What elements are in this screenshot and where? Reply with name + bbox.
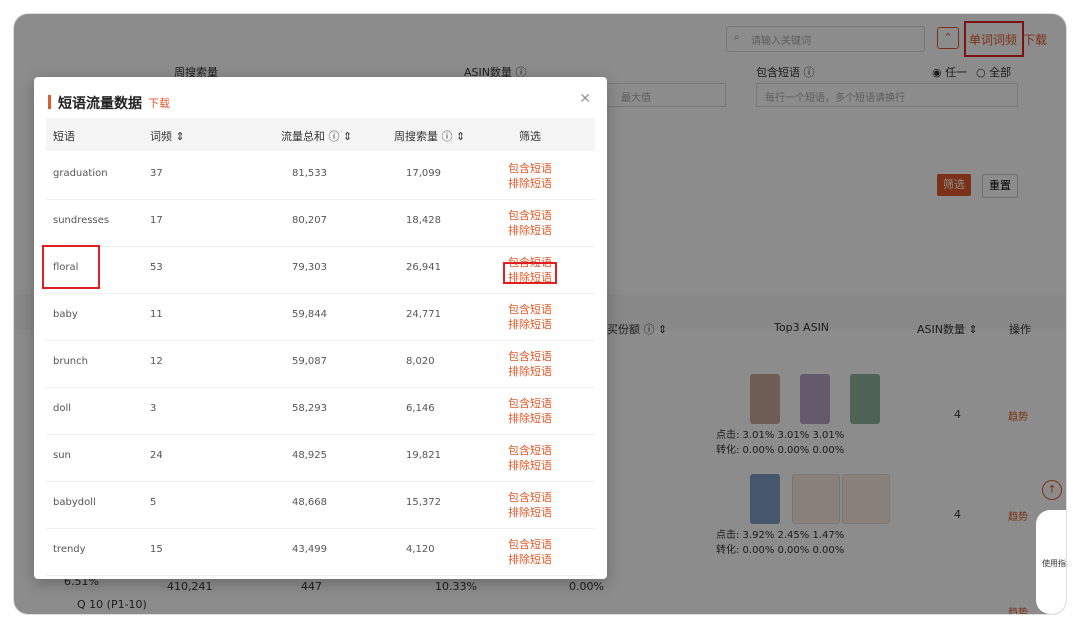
include-phrase-link[interactable]: 包含短语	[508, 537, 552, 552]
frequency: 5	[150, 497, 157, 508]
phrase: doll	[53, 403, 72, 414]
exclude-phrase-link[interactable]: 排除短语	[508, 505, 552, 520]
col-filter: 筛选	[519, 130, 541, 143]
include-phrase-link[interactable]: 包含短语	[508, 443, 552, 458]
phrase-traffic-modal: 短语流量数据 下载 ✕ 短语 词频 ⇕ 流量总和 ⓘ ⇕ 周搜索量 ⓘ ⇕ 筛选…	[34, 77, 607, 579]
col-traffic-sum[interactable]: 流量总和 ⓘ ⇕	[281, 128, 352, 144]
frequency: 37	[150, 168, 163, 179]
include-phrase-link[interactable]: 包含短语	[508, 208, 552, 223]
table-row: brunch 12 59,087 8,020 包含短语 排除短语	[46, 340, 595, 388]
phrase: graduation	[53, 168, 108, 179]
weekly-search: 15,372	[406, 497, 441, 508]
traffic-sum: 59,087	[292, 356, 327, 367]
traffic-sum: 79,303	[292, 262, 327, 273]
traffic-sum: 58,293	[292, 403, 327, 414]
phrase: brunch	[53, 356, 88, 367]
weekly-search: 6,146	[406, 403, 435, 414]
phrase: baby	[53, 309, 78, 320]
title-accent	[48, 95, 51, 109]
weekly-search: 4,120	[406, 544, 435, 555]
exclude-phrase-link[interactable]: 排除短语	[508, 458, 552, 473]
frequency: 3	[150, 403, 157, 414]
weekly-search: 19,821	[406, 450, 441, 461]
weekly-search: 8,020	[406, 356, 435, 367]
modal-download-link[interactable]: 下载	[148, 95, 170, 111]
exclude-phrase-link[interactable]: 排除短语	[508, 176, 552, 191]
include-phrase-link[interactable]: 包含短语	[508, 490, 552, 505]
phrase: trendy	[53, 544, 86, 555]
traffic-sum: 80,207	[292, 215, 327, 226]
weekly-search: 18,428	[406, 215, 441, 226]
include-phrase-link[interactable]: 包含短语	[508, 349, 552, 364]
close-icon[interactable]: ✕	[579, 91, 591, 107]
traffic-sum: 48,925	[292, 450, 327, 461]
table-row: babydoll 5 48,668 15,372 包含短语 排除短语	[46, 481, 595, 529]
traffic-sum: 81,533	[292, 168, 327, 179]
phrase: babydoll	[53, 497, 96, 508]
frequency: 53	[150, 262, 163, 273]
side-help-panel: 使用指	[1036, 510, 1066, 614]
include-phrase-link[interactable]: 包含短语	[508, 396, 552, 411]
exclude-phrase-link[interactable]: 排除短语	[508, 223, 552, 238]
traffic-sum: 48,668	[292, 497, 327, 508]
col-weekly-search[interactable]: 周搜索量 ⓘ ⇕	[394, 128, 465, 144]
frequency: 17	[150, 215, 163, 226]
help-guide-label[interactable]: 使用指	[1042, 558, 1066, 569]
modal-table-header: 短语 词频 ⇕ 流量总和 ⓘ ⇕ 周搜索量 ⓘ ⇕ 筛选	[46, 118, 595, 151]
table-row: doll 3 58,293 6,146 包含短语 排除短语	[46, 387, 595, 435]
table-row: trendy 15 43,499 4,120 包含短语 排除短语	[46, 528, 595, 576]
traffic-sum: 43,499	[292, 544, 327, 555]
phrase: sundresses	[53, 215, 110, 226]
col-frequency[interactable]: 词频 ⇕	[150, 128, 185, 144]
weekly-search: 17,099	[406, 168, 441, 179]
highlight-box-floral	[42, 245, 100, 289]
include-phrase-link[interactable]: 包含短语	[508, 302, 552, 317]
phrase: sun	[53, 450, 71, 461]
table-row: baby 11 59,844 24,771 包含短语 排除短语	[46, 293, 595, 341]
exclude-phrase-link[interactable]: 排除短语	[508, 552, 552, 567]
weekly-search: 24,771	[406, 309, 441, 320]
table-row: sun 24 48,925 19,821 包含短语 排除短语	[46, 434, 595, 482]
exclude-phrase-link[interactable]: 排除短语	[508, 317, 552, 332]
weekly-search: 26,941	[406, 262, 441, 273]
traffic-sum: 59,844	[292, 309, 327, 320]
modal-title: 短语流量数据	[58, 96, 142, 112]
table-row: sundresses 17 80,207 18,428 包含短语 排除短语	[46, 199, 595, 247]
frequency: 15	[150, 544, 163, 555]
include-phrase-link[interactable]: 包含短语	[508, 161, 552, 176]
exclude-phrase-link[interactable]: 排除短语	[508, 411, 552, 426]
frequency: 24	[150, 450, 163, 461]
frequency: 11	[150, 309, 163, 320]
frequency: 12	[150, 356, 163, 367]
highlight-box-exclude	[503, 262, 557, 284]
app-frame: ⌕ 请输入关键词 ⌃ 单词词频 下载 周搜索量 ASIN数量 ⓘ 包含短语 ⓘ …	[14, 14, 1066, 614]
table-row: graduation 37 81,533 17,099 包含短语 排除短语	[46, 152, 595, 200]
exclude-phrase-link[interactable]: 排除短语	[508, 364, 552, 379]
col-phrase: 短语	[53, 130, 75, 143]
